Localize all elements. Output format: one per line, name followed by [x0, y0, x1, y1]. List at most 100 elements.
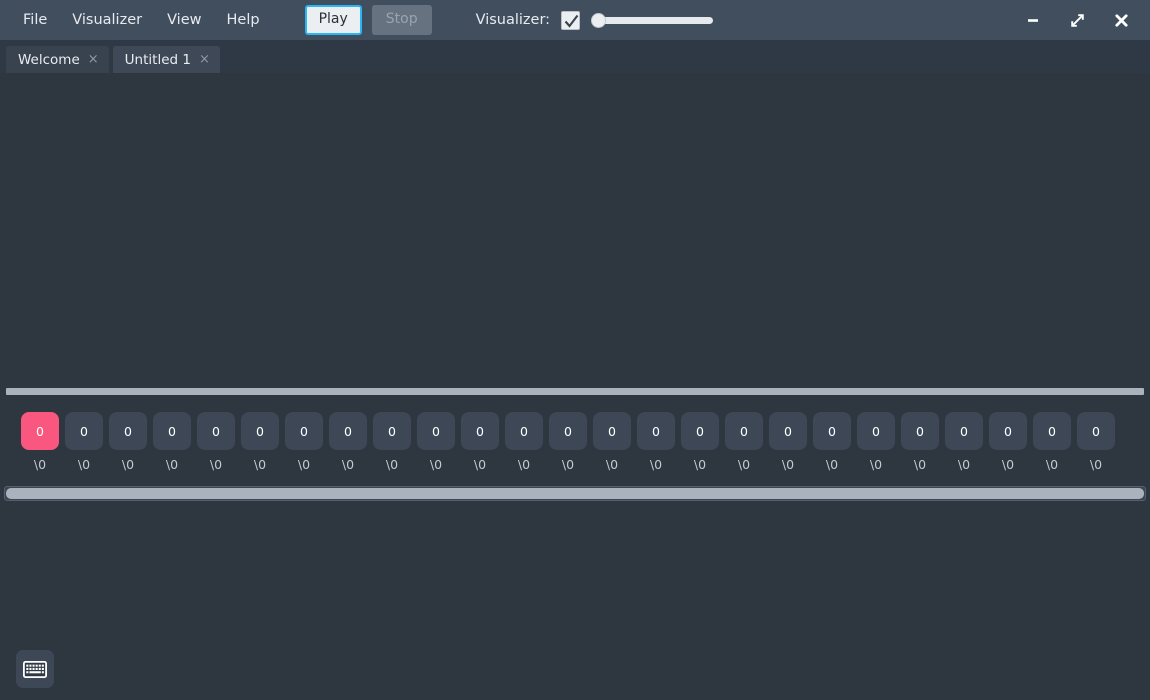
app-window: File Visualizer View Help Play Stop Visu…: [0, 0, 1150, 700]
memory-cell-label: \0: [649, 457, 663, 472]
memory-cell-value[interactable]: 0: [505, 412, 543, 450]
memory-cell[interactable]: 0 \0: [505, 412, 543, 472]
memory-cell-label: \0: [297, 457, 311, 472]
memory-cell-label: \0: [1001, 457, 1015, 472]
slider-track: [597, 17, 714, 24]
memory-cell[interactable]: 0 \0: [109, 412, 147, 472]
memory-cell-value[interactable]: 0: [21, 412, 59, 450]
memory-cell-value[interactable]: 0: [945, 412, 983, 450]
memory-cell-value[interactable]: 0: [65, 412, 103, 450]
tab-bar: Welcome × Untitled 1 ×: [0, 40, 1150, 73]
memory-cell-value[interactable]: 0: [197, 412, 235, 450]
play-button[interactable]: Play: [304, 5, 362, 35]
memory-cell-value[interactable]: 0: [329, 412, 367, 450]
memory-cell-value[interactable]: 0: [549, 412, 587, 450]
memory-cell-label: \0: [1045, 457, 1059, 472]
tab-label: Welcome: [18, 51, 80, 68]
memory-cell-value[interactable]: 0: [857, 412, 895, 450]
memory-cell-label: \0: [737, 457, 751, 472]
memory-cell[interactable]: 0 \0: [153, 412, 191, 472]
memory-cell[interactable]: 0 \0: [1077, 412, 1115, 472]
visualizer-checkbox[interactable]: [561, 10, 581, 30]
memory-cell-value[interactable]: 0: [461, 412, 499, 450]
memory-cell[interactable]: 0 \0: [901, 412, 939, 472]
menu-visualizer[interactable]: Visualizer: [63, 9, 151, 32]
tab-untitled-1[interactable]: Untitled 1 ×: [112, 46, 220, 73]
memory-cell[interactable]: 0 \0: [769, 412, 807, 472]
tab-close-icon[interactable]: ×: [199, 53, 210, 66]
memory-cell[interactable]: 0 \0: [593, 412, 631, 472]
memory-cell[interactable]: 0 \0: [813, 412, 851, 472]
tab-close-icon[interactable]: ×: [88, 53, 99, 66]
menu-help[interactable]: Help: [218, 9, 269, 32]
memory-cell-value[interactable]: 0: [417, 412, 455, 450]
tab-label: Untitled 1: [124, 51, 191, 68]
menu-file[interactable]: File: [14, 9, 56, 32]
memory-horizontal-scrollbar[interactable]: [4, 486, 1146, 501]
output-pane: [0, 502, 1150, 700]
memory-cell-label: \0: [77, 457, 91, 472]
memory-cell-label: \0: [605, 457, 619, 472]
memory-cell-value[interactable]: 0: [637, 412, 675, 450]
close-icon[interactable]: [1112, 11, 1130, 29]
memory-cell[interactable]: 0 \0: [417, 412, 455, 472]
memory-cell[interactable]: 0 \0: [725, 412, 763, 472]
keyboard-icon[interactable]: [16, 650, 54, 688]
stop-button: Stop: [371, 5, 432, 35]
memory-cell-label: \0: [121, 457, 135, 472]
memory-cell-label: \0: [957, 457, 971, 472]
memory-cell[interactable]: 0 \0: [461, 412, 499, 472]
slider-handle[interactable]: [591, 13, 607, 28]
transport-controls: Play Stop: [304, 5, 432, 35]
memory-cell[interactable]: 0 \0: [637, 412, 675, 472]
memory-tape-pane: 0 \0 0 \0 0 \0 0 \0 0 \0 0 \0 0 \0 0 \0 0 \0 0 \0 0 \0 0 \0 0 \0 0…: [0, 398, 1150, 483]
pane-splitter[interactable]: [6, 388, 1144, 395]
memory-cell-value[interactable]: 0: [813, 412, 851, 450]
memory-cell[interactable]: 0 \0: [241, 412, 279, 472]
memory-cell-value[interactable]: 0: [285, 412, 323, 450]
memory-cell-label: \0: [517, 457, 531, 472]
memory-cell-value[interactable]: 0: [593, 412, 631, 450]
memory-cell[interactable]: 0 \0: [373, 412, 411, 472]
visualizer-speed-slider[interactable]: [591, 10, 719, 30]
memory-cell[interactable]: 0 \0: [21, 412, 59, 472]
memory-cell[interactable]: 0 \0: [285, 412, 323, 472]
visualizer-label: Visualizer:: [475, 12, 551, 28]
memory-cell-value[interactable]: 0: [901, 412, 939, 450]
memory-cell[interactable]: 0 \0: [65, 412, 103, 472]
memory-cell-value[interactable]: 0: [989, 412, 1027, 450]
memory-cell-label: \0: [165, 457, 179, 472]
memory-cell[interactable]: 0 \0: [329, 412, 367, 472]
minimize-icon[interactable]: [1024, 11, 1042, 29]
tab-welcome[interactable]: Welcome ×: [6, 46, 109, 73]
code-editor[interactable]: [0, 73, 1150, 390]
memory-cell-value[interactable]: 0: [373, 412, 411, 450]
memory-cell-value[interactable]: 0: [681, 412, 719, 450]
memory-cell-label: \0: [33, 457, 47, 472]
memory-cell[interactable]: 0 \0: [857, 412, 895, 472]
memory-cell[interactable]: 0 \0: [1033, 412, 1071, 472]
memory-cell-value[interactable]: 0: [109, 412, 147, 450]
memory-cell-value[interactable]: 0: [1077, 412, 1115, 450]
memory-cell-label: \0: [869, 457, 883, 472]
memory-cell-label: \0: [693, 457, 707, 472]
memory-cell-value[interactable]: 0: [241, 412, 279, 450]
memory-cell-label: \0: [429, 457, 443, 472]
maximize-icon[interactable]: [1068, 11, 1086, 29]
memory-cell-label: \0: [561, 457, 575, 472]
memory-cell-label: \0: [913, 457, 927, 472]
memory-cell-label: \0: [209, 457, 223, 472]
menu-view[interactable]: View: [158, 9, 210, 32]
memory-cell[interactable]: 0 \0: [681, 412, 719, 472]
memory-cell-value[interactable]: 0: [725, 412, 763, 450]
memory-cell[interactable]: 0 \0: [989, 412, 1027, 472]
scrollbar-thumb[interactable]: [6, 488, 1144, 499]
memory-cell[interactable]: 0 \0: [197, 412, 235, 472]
memory-cell[interactable]: 0 \0: [945, 412, 983, 472]
memory-cell-value[interactable]: 0: [153, 412, 191, 450]
memory-cell[interactable]: 0 \0: [549, 412, 587, 472]
memory-cell-value[interactable]: 0: [1033, 412, 1071, 450]
memory-cell-label: \0: [473, 457, 487, 472]
memory-cell-value[interactable]: 0: [769, 412, 807, 450]
memory-cell-label: \0: [1089, 457, 1103, 472]
